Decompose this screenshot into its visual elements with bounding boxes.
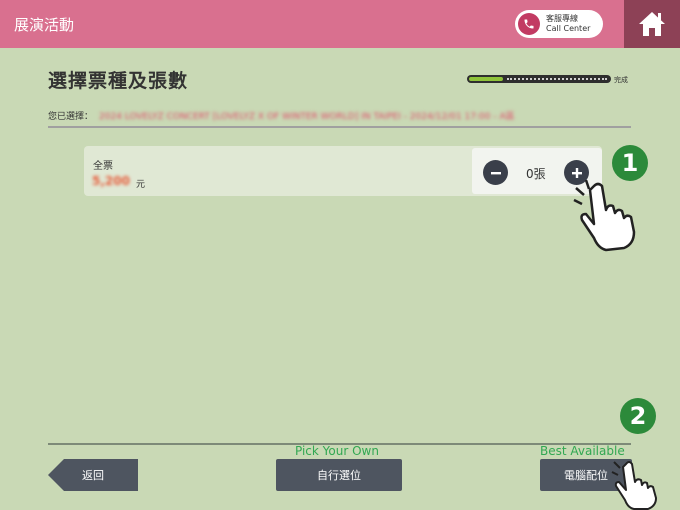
progress-label: 完成 [614, 76, 628, 84]
step-badge-1: 1 [612, 145, 648, 181]
selection-label: 您已選擇： [48, 112, 94, 122]
pick-own-seat-button[interactable]: 自行選位 [276, 459, 402, 491]
call-center-button[interactable]: 客服專線 Call Center [515, 10, 603, 38]
step-badge-2: 2 [620, 398, 656, 434]
pick-own-caption: Pick Your Own [295, 444, 379, 458]
best-available-caption: Best Available [540, 444, 625, 458]
progress-bar [467, 75, 611, 83]
ticket-type-name: 全票 [93, 161, 113, 172]
progress-fill [469, 77, 503, 81]
quantity-value: 0張 [526, 167, 546, 181]
page-title: 選擇票種及張數 [48, 70, 189, 92]
pointer-hand-icon [573, 180, 636, 252]
selection-summary: 您已選擇： 2024 LOVELYZ CONCERT [LOVELYZ X OF… [48, 109, 515, 122]
divider [48, 126, 631, 128]
header-bar: 展演活動 客服專線 Call Center [0, 0, 680, 48]
selection-value: 2024 LOVELYZ CONCERT [LOVELYZ X OF WINTE… [99, 112, 515, 122]
header-title: 展演活動 [14, 16, 75, 34]
call-center-label-en: Call Center [546, 24, 591, 33]
phone-icon [518, 13, 540, 35]
plus-icon [571, 167, 582, 178]
ticket-price: 5,200 [92, 174, 130, 188]
call-center-label-zh: 客服專線 [546, 14, 578, 23]
progress-dots [507, 78, 607, 80]
decrease-quantity-button[interactable] [483, 160, 508, 185]
home-icon [639, 12, 665, 36]
ticket-price-unit: 元 [136, 180, 146, 190]
home-button[interactable] [624, 0, 680, 48]
pointer-hand-icon [611, 461, 657, 510]
back-button-label[interactable]: 返回 [48, 459, 138, 491]
minus-icon [490, 171, 501, 174]
